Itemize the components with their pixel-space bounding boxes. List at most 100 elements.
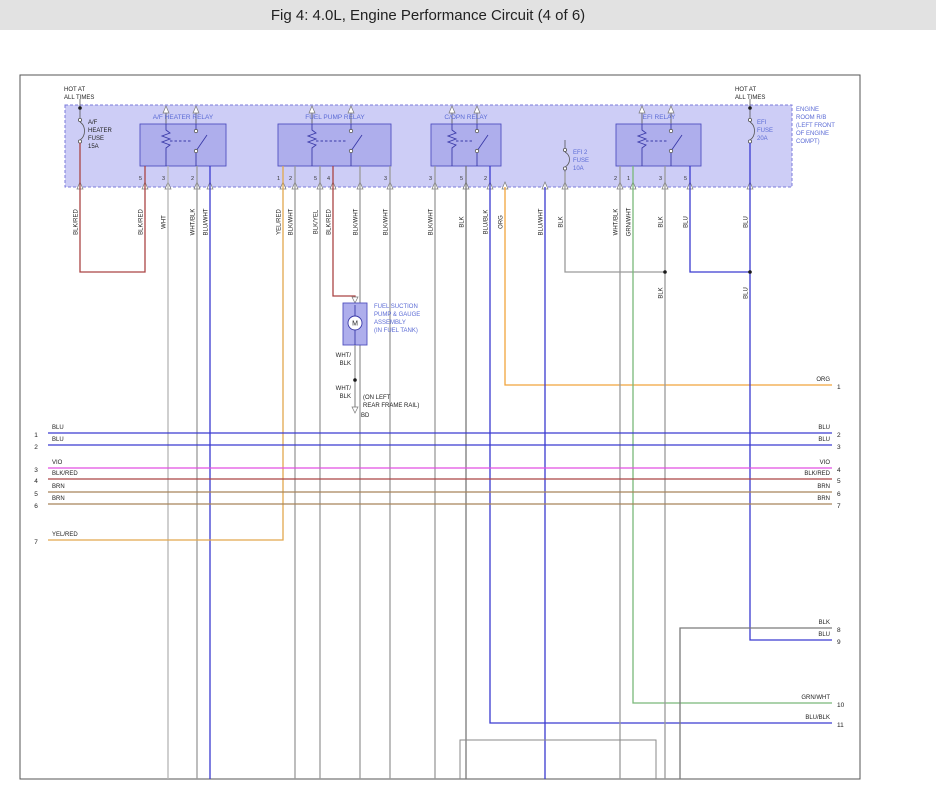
pin-number: 3	[384, 176, 387, 182]
row-num-right: 1	[837, 384, 841, 391]
af-fuse-label-3: FUSE	[88, 136, 104, 142]
relay-label: FUEL PUMP RELAY	[305, 114, 365, 121]
relay-box	[140, 124, 226, 166]
wire-label: BLU/WHT	[204, 208, 210, 235]
wire-label: BLK/WHT	[384, 208, 390, 235]
motor-m: M	[352, 321, 358, 328]
row-label-right: BLK/RED	[804, 471, 830, 477]
pin-number: 3	[659, 176, 662, 182]
junction-dot	[748, 270, 752, 274]
row-label-right: BLU	[818, 632, 830, 638]
wire-label: BLU/BLK	[484, 210, 490, 235]
wire-label: BLU	[744, 216, 750, 228]
efi-fuse-label-2: FUSE	[757, 128, 773, 134]
wire-label: BLU	[744, 287, 750, 299]
pin-number: 5	[314, 176, 317, 182]
pin-number: 2	[191, 176, 194, 182]
wire-label: BLK/WHT	[354, 208, 360, 235]
row-num-left: 2	[34, 444, 38, 451]
junction-dot	[353, 378, 357, 382]
row-num-left: 6	[34, 503, 38, 510]
row-num-right: 3	[837, 444, 841, 451]
relay-label: A/F HEATER RELAY	[153, 114, 214, 121]
pump-wire-label: WHT/	[336, 353, 352, 359]
wire-label: BLK	[460, 216, 466, 227]
pin-number: 3	[162, 176, 165, 182]
pump-wire-label: BLK	[340, 361, 351, 367]
pump-label: ASSEMBLY	[374, 320, 406, 326]
pin-number: 1	[627, 176, 630, 182]
row-label-left: VIO	[52, 460, 63, 466]
row-num-left: 3	[34, 467, 38, 474]
row-num-right: 7	[837, 503, 841, 510]
row-label-right: ORG	[816, 377, 830, 383]
row-num-left: 7	[34, 539, 38, 546]
row-label-right: GRN/WHT	[801, 695, 830, 701]
pin-number: 4	[327, 176, 330, 182]
pin-number: 2	[289, 176, 292, 182]
row-num-right: 10	[837, 702, 845, 709]
svg-text:ENGINE: ENGINE	[796, 107, 819, 113]
efi2-fuse-label-3: 10A	[573, 166, 584, 172]
row-label-left: BRN	[52, 484, 65, 490]
wire-label: WHT/BLK	[614, 209, 620, 236]
wire-label: BLU	[684, 216, 690, 228]
pin-number: 5	[460, 176, 463, 182]
relay-af-heater: A/F HEATER RELAY	[140, 106, 226, 166]
wire-label: BLK/RED	[139, 209, 145, 235]
junction-dot	[663, 270, 667, 274]
row-num-right: 9	[837, 639, 841, 646]
svg-text:COMPT): COMPT)	[796, 139, 820, 145]
pin-number: 1	[277, 176, 280, 182]
relay-box	[616, 124, 701, 166]
efi2-fuse-label-1: EFI 2	[573, 150, 588, 156]
row-label-right: BRN	[817, 484, 830, 490]
row-label-left: BRN	[52, 496, 65, 502]
pin-number: 3	[429, 176, 432, 182]
svg-text:OF ENGINE: OF ENGINE	[796, 131, 829, 137]
wire-label: YEL/RED	[277, 209, 283, 235]
pump-label: FUEL SUCTION	[374, 304, 418, 310]
wire-label: ORG	[499, 215, 505, 229]
wire-label: BLK/RED	[327, 209, 333, 235]
row-num-left: 4	[34, 478, 38, 485]
pump-label: (IN FUEL TANK)	[374, 328, 418, 334]
row-label-right: BLK	[819, 620, 830, 626]
pin-number: 2	[484, 176, 487, 182]
af-fuse-label-4: 15A	[88, 144, 99, 150]
relay-box	[431, 124, 501, 166]
header: Fig 4: 4.0L, Engine Performance Circuit …	[0, 0, 936, 30]
efi-fuse-label-3: 20A	[757, 136, 768, 142]
af-fuse-label-1: A/F	[88, 120, 98, 126]
row-num-left: 1	[34, 432, 38, 439]
relay-box	[278, 124, 391, 166]
pump-label: PUMP & GAUGE	[374, 312, 420, 318]
row-num-right: 4	[837, 467, 841, 474]
row-label-right: BLU/BLK	[805, 715, 830, 721]
wiring-diagram: Fig 4: 4.0L, Engine Performance Circuit …	[0, 0, 936, 788]
row-num-right: 8	[837, 627, 841, 634]
wire-label: BLK	[659, 216, 665, 227]
ground-location: REAR FRAME RAIL)	[363, 403, 419, 409]
row-label-left: BLU	[52, 425, 64, 431]
row-label-right: BRN	[817, 496, 830, 502]
wire-label: BLK/WHT	[429, 208, 435, 235]
wire-label: BLU/WHT	[539, 208, 545, 235]
row-num-left: 5	[34, 491, 38, 498]
wire-label: BLK/YEL	[314, 209, 320, 234]
row-num-right: 2	[837, 432, 841, 439]
wire-label: BLK/WHT	[289, 208, 295, 235]
row-label-right: VIO	[820, 460, 831, 466]
pin-number: 5	[684, 176, 687, 182]
pump-wire-label: WHT/	[336, 386, 352, 392]
pump-wire-label: BLK	[340, 394, 351, 400]
ground-location: (ON LEFT	[363, 395, 391, 401]
row-num-right: 5	[837, 478, 841, 485]
wire-label: BLK/RED	[74, 209, 80, 235]
row-num-right: 11	[837, 722, 844, 729]
svg-text:(LEFT FRONT: (LEFT FRONT	[796, 123, 835, 129]
efi-fuse-label-1: EFI	[757, 120, 767, 126]
row-num-right: 6	[837, 491, 841, 498]
ground-name: BD	[361, 413, 370, 419]
wire-label: BLK	[559, 216, 565, 227]
